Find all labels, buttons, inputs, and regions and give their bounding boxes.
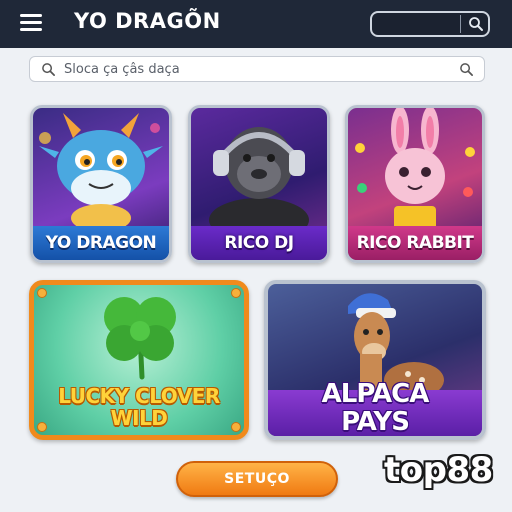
game-search-field[interactable] xyxy=(29,56,485,82)
app-title: YO DRAGÕN xyxy=(74,9,221,33)
title-line-1: ALPACA xyxy=(321,379,430,409)
search-icon xyxy=(42,63,55,76)
corner-bolt xyxy=(231,288,241,298)
hamburger-menu-icon[interactable] xyxy=(20,14,42,32)
game-title-label: RICO RABBIT xyxy=(348,226,482,260)
game-card-yo-dragon[interactable]: YO DRAGON xyxy=(30,105,172,263)
title-line-1: LUCKY CLOVER xyxy=(58,384,220,408)
game-card-rico-dj[interactable]: RICO DJ xyxy=(188,105,330,263)
header-search-box[interactable] xyxy=(370,11,490,37)
game-title-label: LUCKY CLOVER WILD xyxy=(34,385,244,429)
game-title-label: YO DRAGON xyxy=(33,226,169,260)
title-line-2: PAYS xyxy=(341,407,410,437)
rabbit-mascot-icon xyxy=(355,108,475,228)
gorilla-headphones-icon xyxy=(209,127,309,228)
game-card-lucky-clover-wild[interactable]: LUCKY CLOVER WILD xyxy=(29,280,249,440)
search-submit-icon[interactable] xyxy=(459,62,474,77)
game-title-label: ALPACA PAYS xyxy=(268,380,482,436)
search-divider xyxy=(460,15,461,33)
alpaca-mascot-icon xyxy=(348,293,444,394)
title-line-2: WILD xyxy=(110,406,168,430)
dragon-mascot-icon xyxy=(39,113,163,228)
top-bar: YO DRAGÕN xyxy=(0,0,512,48)
game-title-label: RICO DJ xyxy=(191,226,327,260)
watermark-logo: top88 xyxy=(384,450,493,490)
search-icon[interactable] xyxy=(468,16,484,32)
four-leaf-clover-icon xyxy=(104,297,176,380)
corner-bolt xyxy=(37,288,47,298)
game-card-alpaca-pays[interactable]: ALPACA PAYS xyxy=(264,280,486,440)
search-input[interactable] xyxy=(64,59,444,79)
setup-button[interactable]: SETUÇO xyxy=(176,461,338,497)
game-card-rico-rabbit[interactable]: RICO RABBIT xyxy=(345,105,485,263)
